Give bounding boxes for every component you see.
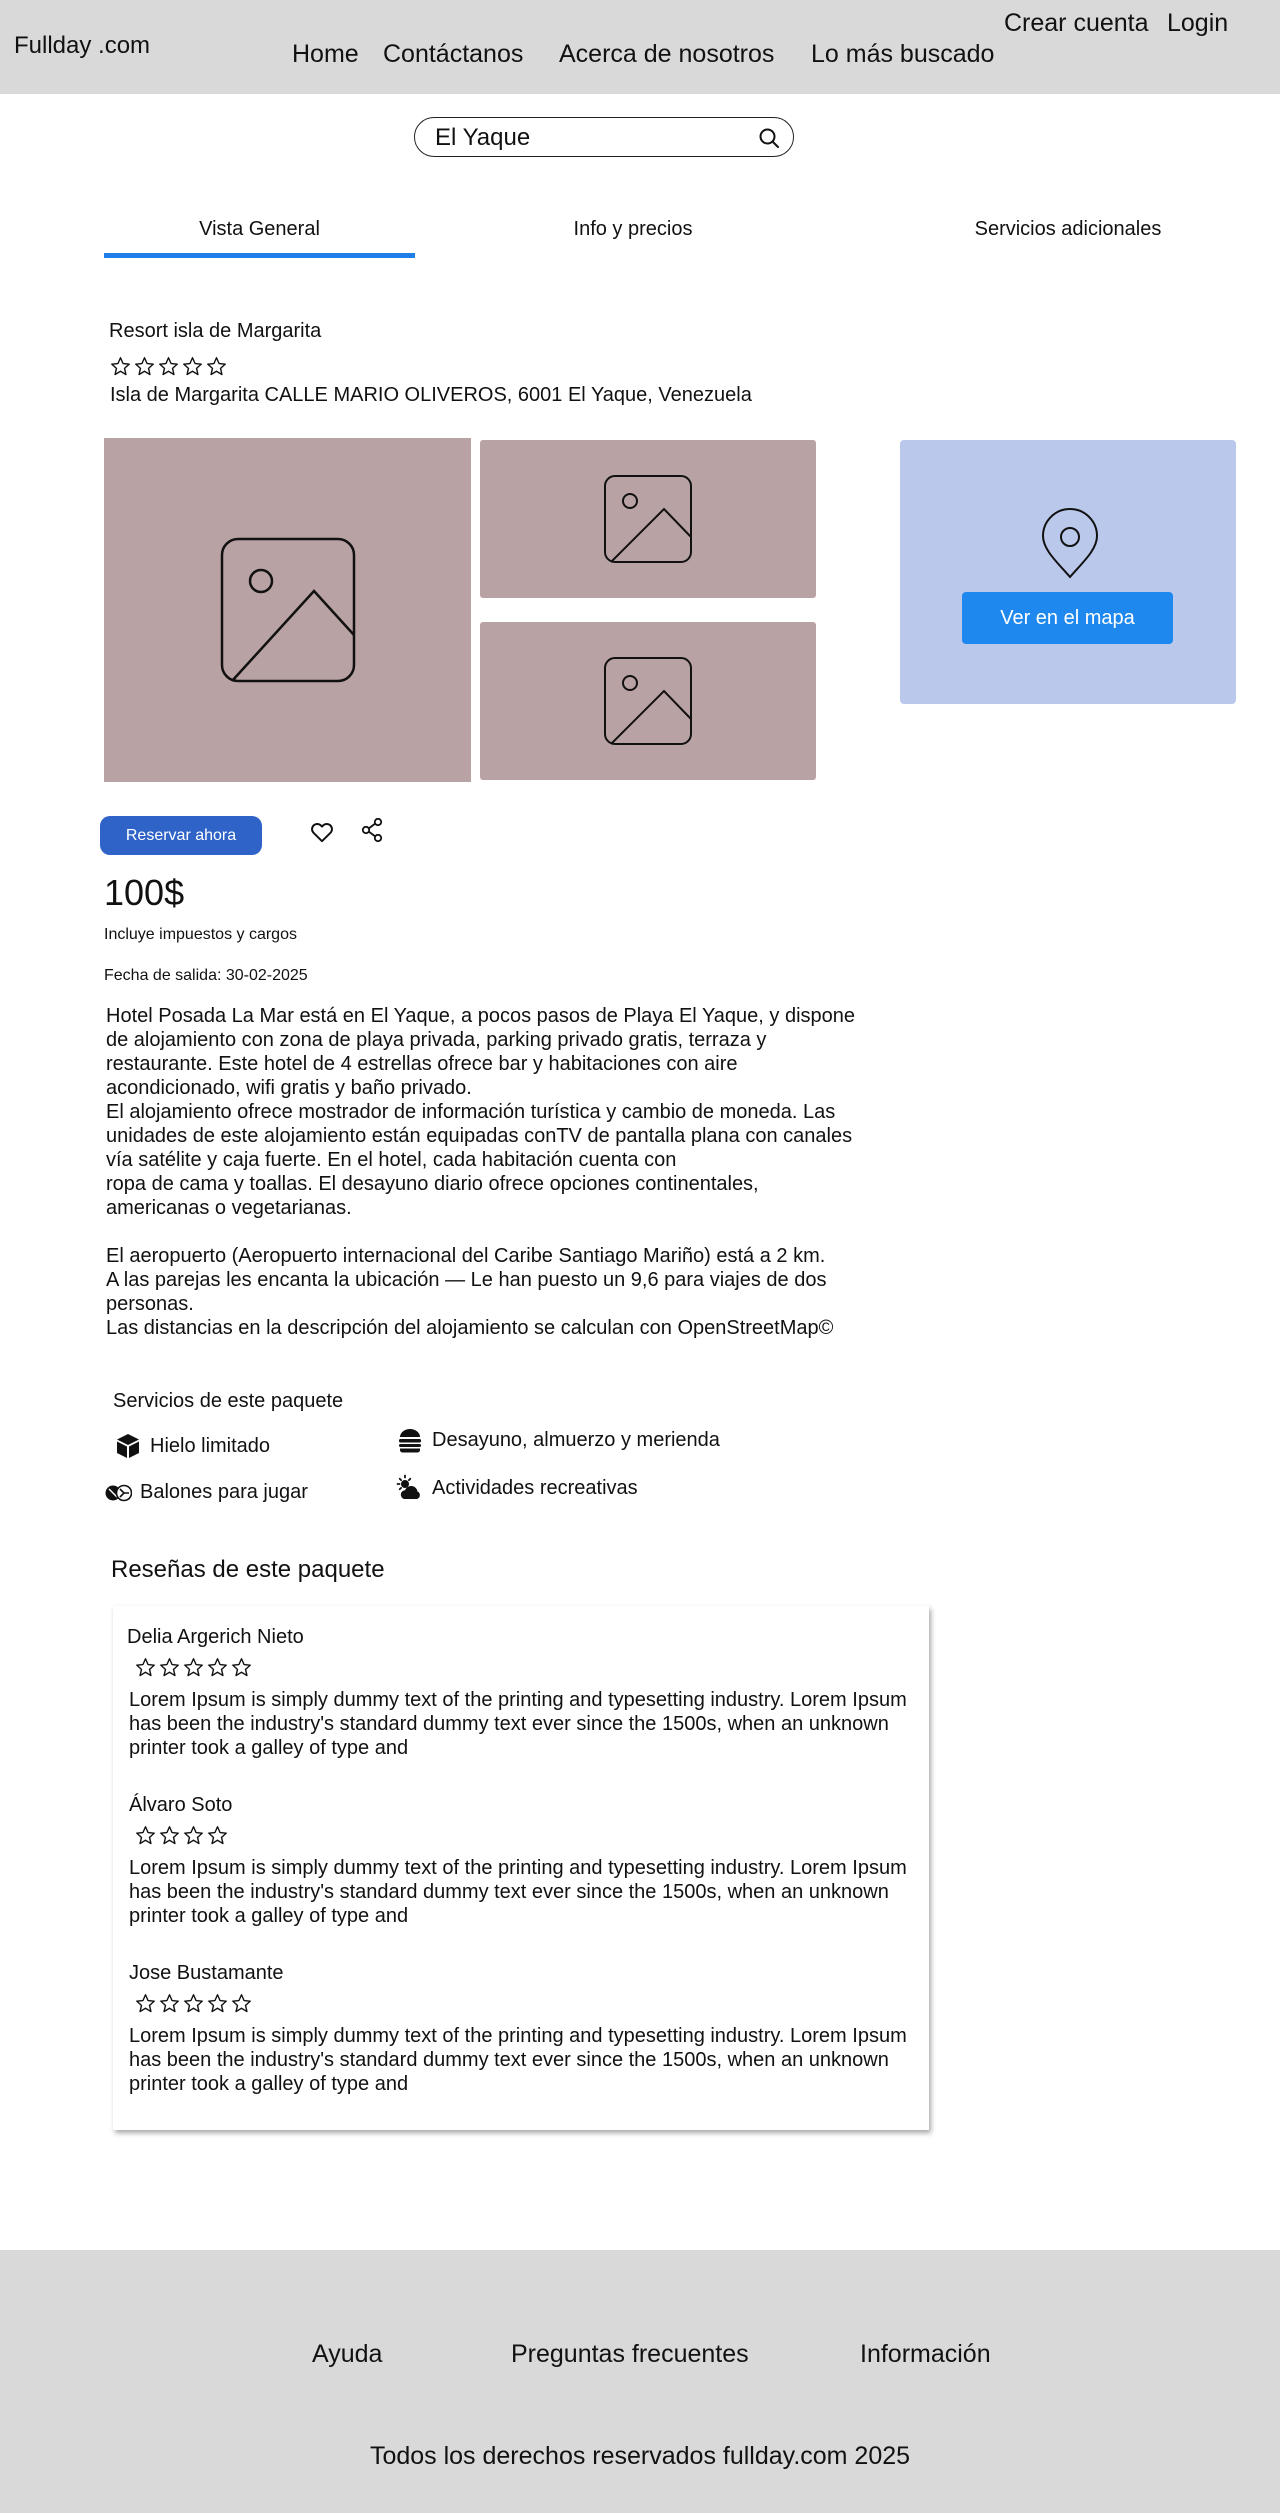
reserve-button[interactable]: Reservar ahora: [100, 816, 262, 855]
hotel-address: Isla de Margarita CALLE MARIO OLIVEROS, …: [110, 384, 752, 406]
gallery-photo[interactable]: [480, 440, 816, 598]
tab-overview[interactable]: Vista General: [104, 218, 415, 241]
star-icon: [184, 1658, 203, 1677]
hotel-description: Hotel Posada La Mar está en El Yaque, a …: [106, 1005, 856, 1339]
star-icon: [160, 1658, 179, 1677]
service-label: Hielo limitado: [150, 1434, 271, 1457]
review-text: Lorem Ipsum is simply dummy text of the …: [129, 2025, 907, 2095]
services-title: Servicios de este paquete: [113, 1390, 344, 1412]
star-icon: [183, 357, 202, 376]
share-icon[interactable]: [360, 817, 384, 843]
ice-cube-icon: [117, 1434, 139, 1458]
login-link[interactable]: Login: [1167, 9, 1228, 38]
service-label: Balones para jugar: [140, 1480, 308, 1503]
star-icon: [160, 1994, 179, 2013]
star-icon: [136, 1826, 155, 1845]
review-rating: [135, 1993, 917, 2014]
service-item: Actividades recreativas: [396, 1474, 638, 1502]
review-rating: [135, 1657, 917, 1678]
reviews-card: Delia Argerich Nieto Lorem Ipsum is simp…: [113, 1606, 929, 2130]
reviews-title: Reseñas de este paquete: [111, 1556, 385, 1583]
star-icon: [136, 1994, 155, 2013]
heart-icon[interactable]: [309, 819, 335, 845]
tab-info-prices[interactable]: Info y precios: [480, 218, 786, 241]
star-icon: [184, 1994, 203, 2013]
star-icon: [208, 1994, 227, 2013]
copyright-text: Todos los derechos reservados fullday.co…: [369, 2442, 911, 2470]
create-account-link[interactable]: Crear cuenta: [1004, 9, 1149, 38]
review-item: Jose Bustamante Lorem Ipsum is simply du…: [127, 1962, 917, 2096]
reviewer-name: Jose Bustamante: [129, 1962, 284, 1984]
star-icon: [159, 357, 178, 376]
hotel-rating: [110, 356, 227, 377]
star-icon: [184, 1826, 203, 1845]
star-icon: [208, 1658, 227, 1677]
review-text: Lorem Ipsum is simply dummy text of the …: [129, 1857, 907, 1927]
star-icon: [111, 357, 130, 376]
service-item: Desayuno, almuerzo y merienda: [396, 1426, 720, 1454]
hotel-name: Resort isla de Margarita: [109, 320, 322, 342]
review-item: Álvaro Soto Lorem Ipsum is simply dummy …: [127, 1794, 917, 1928]
star-icon: [232, 1994, 251, 2013]
review-rating: [135, 1825, 917, 1846]
site-footer: [0, 2250, 1280, 2513]
search-icon[interactable]: [757, 126, 781, 150]
map-card: Ver en el mapa: [900, 440, 1236, 704]
search-bar: [414, 117, 794, 157]
price: 100$: [104, 872, 185, 913]
view-map-button[interactable]: Ver en el mapa: [962, 592, 1173, 644]
star-icon: [208, 1826, 227, 1845]
star-icon: [232, 1658, 251, 1677]
checkout-date: Fecha de salida: 30-02-2025: [104, 967, 308, 984]
nav-about[interactable]: Acerca de nosotros: [559, 40, 774, 69]
search-input[interactable]: [435, 123, 735, 153]
star-icon: [207, 357, 226, 376]
map-pin-icon: [1041, 508, 1099, 579]
reviewer-name: Delia Argerich Nieto: [127, 1626, 304, 1648]
footer-help-link[interactable]: Ayuda: [312, 2340, 382, 2369]
nav-most-searched[interactable]: Lo más buscado: [811, 40, 994, 69]
image-icon: [604, 475, 692, 563]
image-icon: [220, 537, 355, 683]
gallery-main-photo[interactable]: [104, 438, 471, 782]
star-icon: [160, 1826, 179, 1845]
burger-icon: [399, 1429, 421, 1453]
review-text: Lorem Ipsum is simply dummy text of the …: [129, 1689, 907, 1759]
footer-info-link[interactable]: Información: [860, 2340, 991, 2369]
footer-faq-link[interactable]: Preguntas frecuentes: [511, 2340, 749, 2369]
reviewer-name: Álvaro Soto: [129, 1794, 233, 1816]
active-tab-indicator: [104, 253, 415, 258]
balls-icon: [105, 1484, 132, 1502]
price-note: Incluye impuestos y cargos: [104, 926, 297, 943]
service-item: Hielo limitado: [114, 1432, 270, 1460]
site-logo[interactable]: Fullday .com: [14, 32, 150, 60]
service-label: Desayuno, almuerzo y merienda: [432, 1428, 720, 1451]
star-icon: [135, 357, 154, 376]
sun-cloud-icon: [396, 1474, 420, 1499]
tab-additional-services[interactable]: Servicios adicionales: [900, 218, 1236, 241]
nav-contact[interactable]: Contáctanos: [383, 40, 523, 69]
review-item: Delia Argerich Nieto Lorem Ipsum is simp…: [127, 1626, 917, 1760]
nav-home[interactable]: Home: [292, 40, 359, 69]
gallery-photo[interactable]: [480, 622, 816, 780]
image-icon: [604, 657, 692, 745]
service-label: Actividades recreativas: [432, 1476, 638, 1499]
star-icon: [136, 1658, 155, 1677]
service-item: Balones para jugar: [104, 1478, 308, 1506]
